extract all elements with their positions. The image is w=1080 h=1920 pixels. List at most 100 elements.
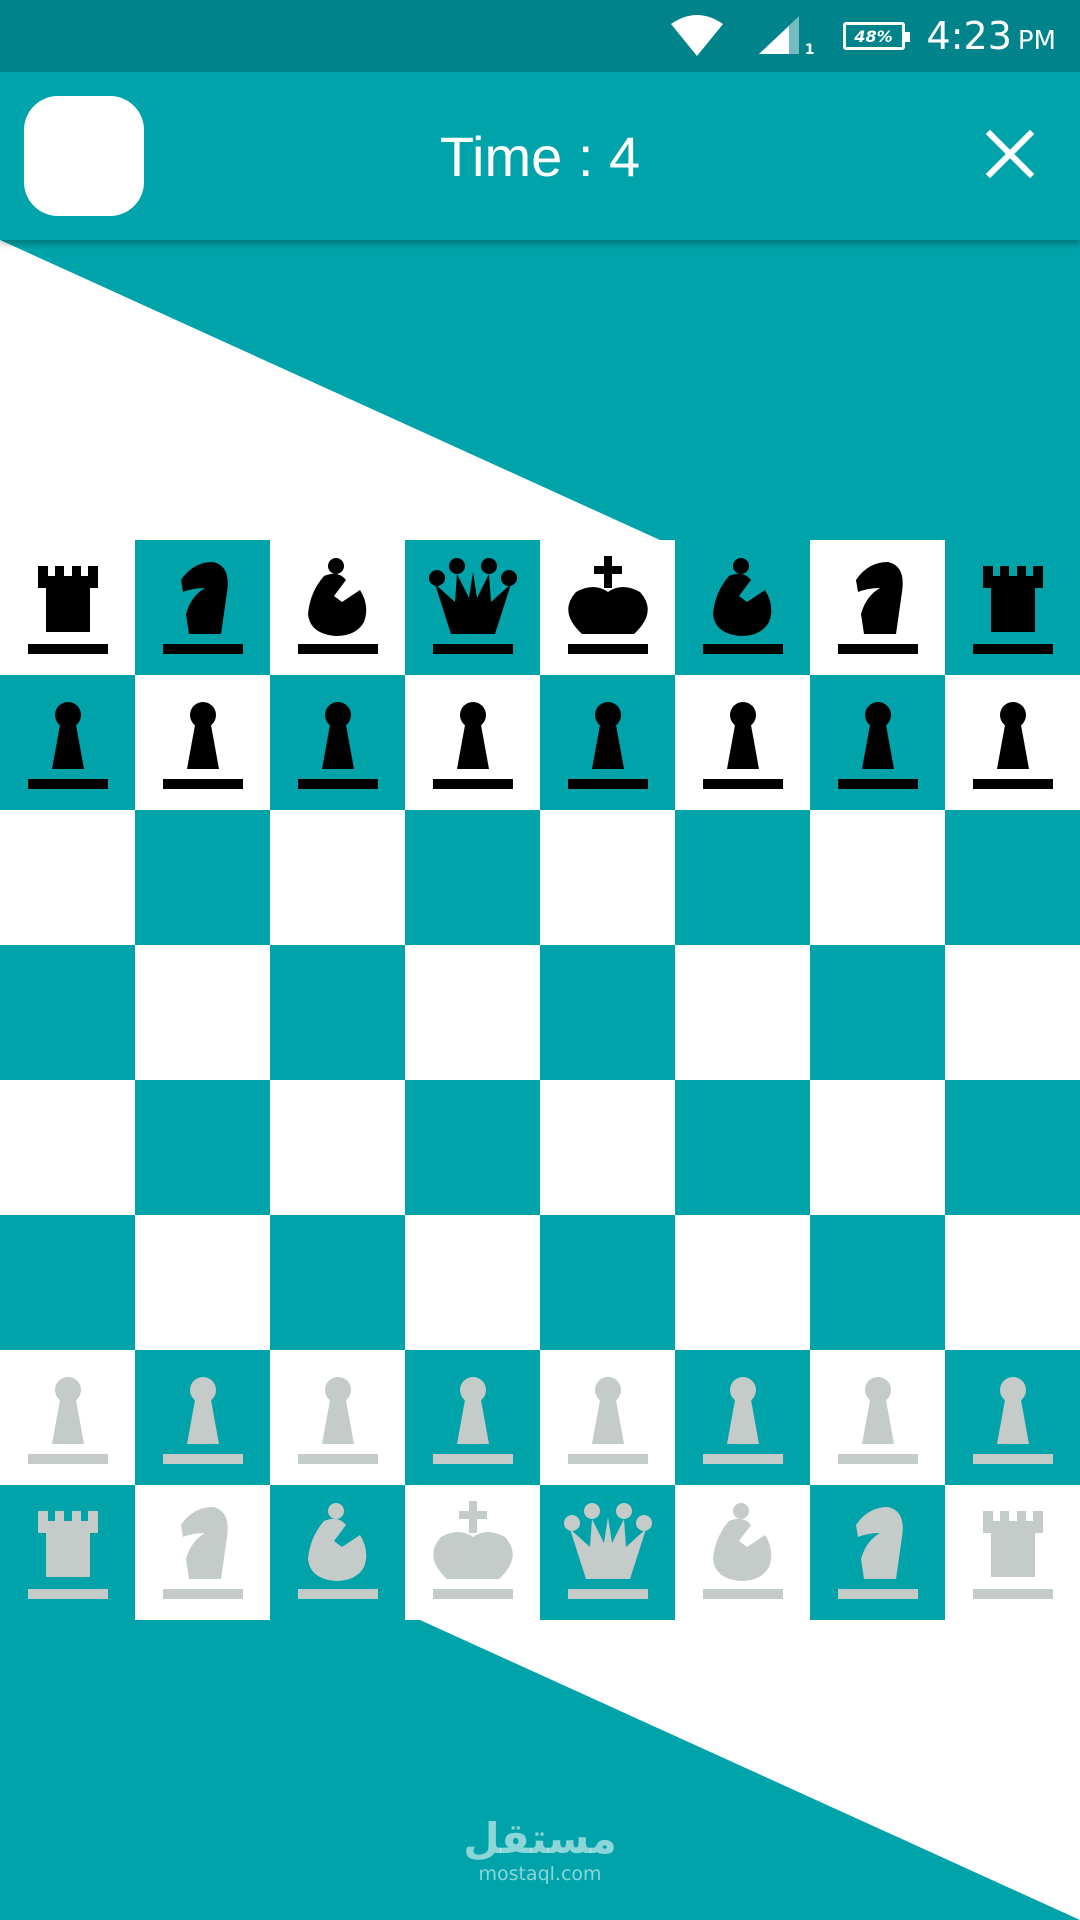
board-square[interactable] (135, 1215, 270, 1350)
board-square[interactable] (405, 1485, 540, 1620)
board-square[interactable] (0, 810, 135, 945)
board-square[interactable] (0, 675, 135, 810)
board-square[interactable] (540, 540, 675, 675)
board-square[interactable] (405, 540, 540, 675)
board-square[interactable] (810, 1350, 945, 1485)
clock-time: 4:23 (926, 14, 1012, 58)
board-square[interactable] (405, 945, 540, 1080)
board-square[interactable] (270, 1350, 405, 1485)
watermark-latin: mostaql.com (478, 1863, 602, 1885)
board-square[interactable] (810, 945, 945, 1080)
white-pawn-icon (972, 1376, 1053, 1464)
board-square[interactable] (270, 1080, 405, 1215)
board-square[interactable] (945, 540, 1080, 675)
board-square[interactable] (945, 945, 1080, 1080)
board-square[interactable] (540, 675, 675, 810)
board-square[interactable] (270, 810, 405, 945)
cell-signal-icon (755, 14, 803, 58)
board-square[interactable] (270, 540, 405, 675)
board-square[interactable] (270, 945, 405, 1080)
board-square[interactable] (270, 1215, 405, 1350)
board-square[interactable] (270, 675, 405, 810)
board-square[interactable] (945, 1215, 1080, 1350)
board-square[interactable] (405, 1080, 540, 1215)
chess-board (0, 540, 1080, 1620)
board-square[interactable] (135, 945, 270, 1080)
status-icons: 1 48% 4:23 PM (669, 0, 1080, 72)
board-square[interactable] (810, 810, 945, 945)
board-square[interactable] (135, 540, 270, 675)
board-square[interactable] (810, 1485, 945, 1620)
board-square[interactable] (0, 1215, 135, 1350)
board-square[interactable] (540, 1350, 675, 1485)
board-square[interactable] (540, 1080, 675, 1215)
board-square[interactable] (675, 1485, 810, 1620)
board-square[interactable] (675, 1080, 810, 1215)
mostaql-watermark: مستقل mostaql.com (440, 1814, 640, 1886)
black-pawn-icon (432, 701, 513, 789)
board-square[interactable] (810, 675, 945, 810)
board-square[interactable] (0, 540, 135, 675)
black-pawn-icon (837, 701, 918, 789)
board-square[interactable] (675, 1215, 810, 1350)
white-bishop-icon (297, 1502, 378, 1599)
white-bishop-icon (702, 1502, 783, 1599)
white-rook-icon (27, 1510, 108, 1599)
black-pawn-icon (972, 701, 1053, 789)
board-square[interactable] (270, 1485, 405, 1620)
white-pawn-icon (432, 1376, 513, 1464)
white-rook-icon (972, 1510, 1053, 1599)
black-pawn-icon (27, 701, 108, 789)
board-square[interactable] (0, 1350, 135, 1485)
sim-index: 1 (804, 42, 815, 58)
watermark-arabic: مستقل (463, 1814, 617, 1863)
board-square[interactable] (540, 810, 675, 945)
board-square[interactable] (540, 1215, 675, 1350)
board-square[interactable] (945, 1080, 1080, 1215)
board-square[interactable] (945, 1485, 1080, 1620)
board-square[interactable] (405, 1215, 540, 1350)
black-pawn-icon (162, 701, 243, 789)
battery-icon: 48% (842, 22, 910, 50)
board-square[interactable] (675, 1350, 810, 1485)
close-icon (985, 129, 1035, 179)
black-rook-icon (27, 565, 108, 654)
black-pawn-icon (702, 701, 783, 789)
board-square[interactable] (135, 1080, 270, 1215)
board-square[interactable] (540, 945, 675, 1080)
board-square[interactable] (0, 1080, 135, 1215)
board-square[interactable] (675, 945, 810, 1080)
board-square[interactable] (945, 810, 1080, 945)
clock-ampm: PM (1017, 26, 1056, 56)
close-button[interactable] (980, 124, 1040, 184)
board-square[interactable] (810, 1080, 945, 1215)
board-square[interactable] (810, 1215, 945, 1350)
board-square[interactable] (945, 1350, 1080, 1485)
board-square[interactable] (540, 1485, 675, 1620)
board-square[interactable] (135, 1350, 270, 1485)
status-clock: 4:23 PM (927, 14, 1056, 58)
board-square[interactable] (135, 1485, 270, 1620)
board-square[interactable] (405, 1350, 540, 1485)
app-bar: Time : 4 (0, 72, 1080, 240)
white-queen-icon (563, 1502, 652, 1599)
white-king-icon (432, 1500, 513, 1599)
board-square[interactable] (810, 540, 945, 675)
white-pawn-icon (837, 1376, 918, 1464)
board-square[interactable] (0, 945, 135, 1080)
white-pawn-icon (567, 1376, 648, 1464)
timer-title: Time : 4 (439, 124, 641, 188)
white-pawn-icon (162, 1376, 243, 1464)
board-square[interactable] (405, 675, 540, 810)
white-pawn-icon (27, 1376, 108, 1464)
black-bishop-icon (702, 557, 783, 654)
board-square[interactable] (675, 675, 810, 810)
board-square[interactable] (405, 810, 540, 945)
board-square[interactable] (945, 675, 1080, 810)
black-king-icon (567, 555, 648, 654)
board-square[interactable] (135, 675, 270, 810)
board-square[interactable] (0, 1485, 135, 1620)
board-square[interactable] (675, 810, 810, 945)
board-square[interactable] (135, 810, 270, 945)
board-square[interactable] (675, 540, 810, 675)
